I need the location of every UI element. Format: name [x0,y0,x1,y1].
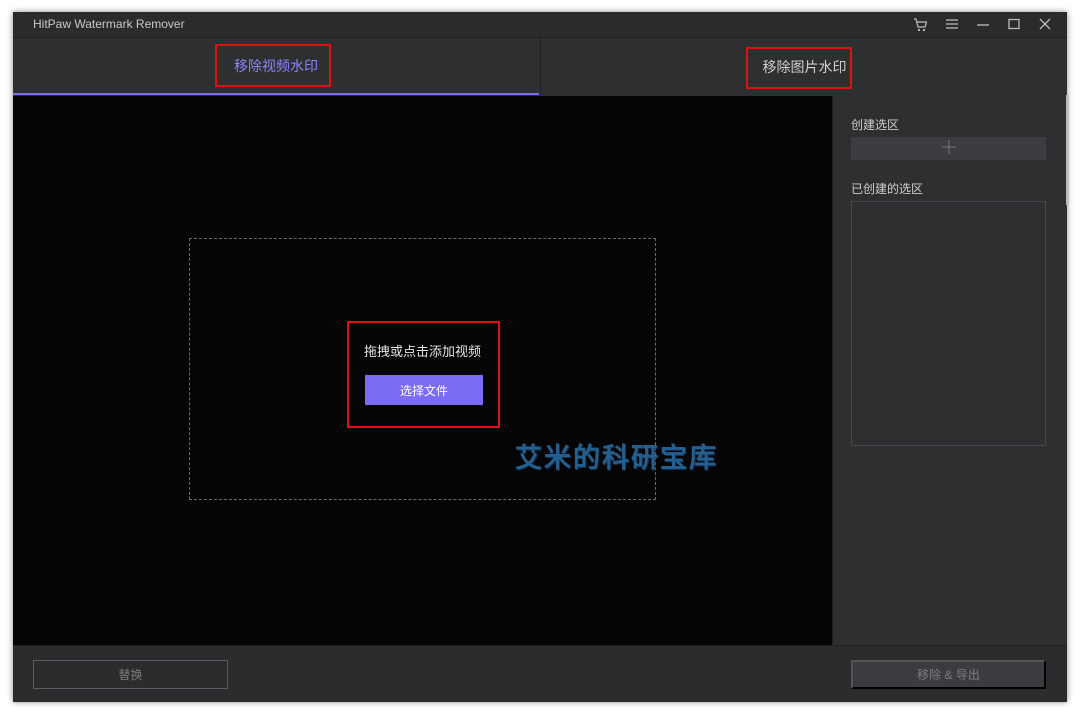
drop-hint-text: 拖拽或点击添加视频 [363,345,481,360]
highlight-box [746,47,852,89]
cart-icon[interactable] [912,15,929,33]
highlight-box [215,44,331,87]
plus-icon [941,139,957,159]
close-icon[interactable] [1036,15,1053,33]
video-preview-area: 拖拽或点击添加视频 选择文件 艾米的科研宝库 [13,96,832,645]
maximize-icon[interactable] [1005,15,1022,33]
bottom-toolbar: 替换 移除 & 导出 [13,645,1067,702]
created-regions-label: 已创建的选区 [851,182,924,196]
app-title: HitPaw Watermark Remover [33,17,185,31]
replace-button[interactable]: 替换 [33,660,228,689]
window-controls [912,14,1053,34]
title-bar: HitPaw Watermark Remover [13,12,1067,37]
mode-tabs: 移除视频水印 移除图片水印 [13,37,1067,97]
create-region-label: 创建选区 [851,118,900,132]
selection-panel: 创建选区 已创建的选区 [832,96,1067,645]
remove-export-button[interactable]: 移除 & 导出 [851,660,1046,689]
app-window: HitPaw Watermark Remover 移除视频水印 移除图片水印 拖… [13,12,1067,702]
choose-file-button[interactable]: 选择文件 [365,375,483,405]
add-region-button[interactable] [851,137,1046,160]
minimize-icon[interactable] [974,15,991,33]
created-regions-list[interactable] [851,201,1046,446]
scrollbar-edge [1066,95,1069,205]
watermark-overlay-text: 艾米的科研宝库 [515,443,718,474]
menu-icon[interactable] [943,15,960,33]
